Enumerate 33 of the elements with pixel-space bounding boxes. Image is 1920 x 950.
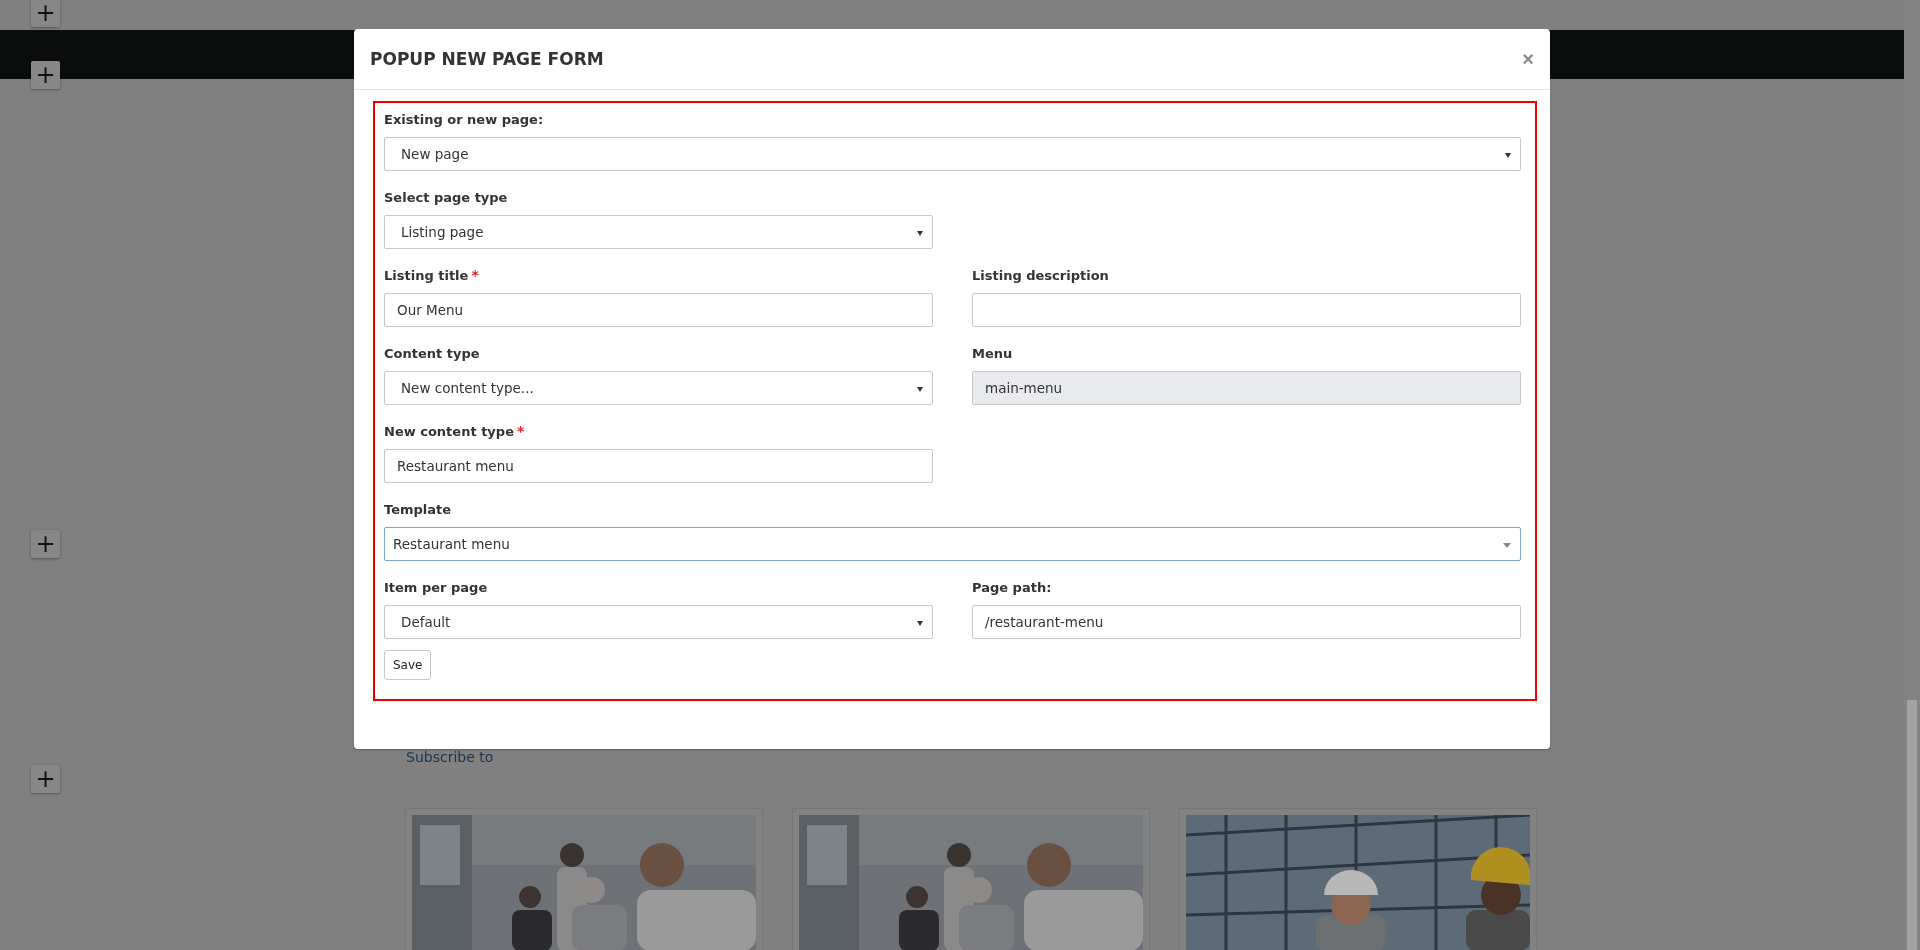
field-label: New content type <box>384 423 514 440</box>
text-field[interactable]: /restaurant-menu <box>972 605 1521 639</box>
add-button[interactable]: + <box>31 530 60 558</box>
field-label: Content type <box>384 345 480 362</box>
caret-icon <box>917 387 923 392</box>
caret-icon <box>917 231 923 236</box>
modal-title: POPUP NEW PAGE FORM <box>370 49 604 69</box>
dropdown[interactable]: New page <box>384 137 1521 171</box>
required-mark: * <box>516 423 525 440</box>
scrollbar-thumb[interactable] <box>1907 700 1917 950</box>
caret-icon <box>917 621 923 626</box>
dropdown[interactable]: Restaurant menu <box>384 527 1521 561</box>
add-button[interactable]: + <box>31 765 60 793</box>
text-field[interactable] <box>972 293 1521 327</box>
save-button[interactable]: Save <box>384 650 432 680</box>
field-label: Item per page <box>384 579 488 596</box>
field-label: Listing title <box>384 267 469 284</box>
dropdown[interactable]: Listing page <box>384 215 933 249</box>
field-label: Listing description <box>972 267 1109 284</box>
field-label: Select page type <box>384 189 508 206</box>
caret-icon <box>1503 543 1511 548</box>
add-button[interactable]: + <box>31 0 60 27</box>
caret-icon <box>1505 153 1511 158</box>
dropdown[interactable]: New content type... <box>384 371 933 405</box>
dropdown[interactable]: Default <box>384 605 933 639</box>
field-label: Menu <box>972 345 1013 362</box>
text-field[interactable]: Restaurant menu <box>384 449 933 483</box>
field-label: Template <box>384 501 452 518</box>
required-mark: * <box>471 267 479 284</box>
field-label: Page path: <box>972 579 1052 596</box>
text-field[interactable]: Our Menu <box>384 293 933 327</box>
add-button[interactable]: + <box>31 61 60 89</box>
field-label: Existing or new page: <box>384 111 544 128</box>
